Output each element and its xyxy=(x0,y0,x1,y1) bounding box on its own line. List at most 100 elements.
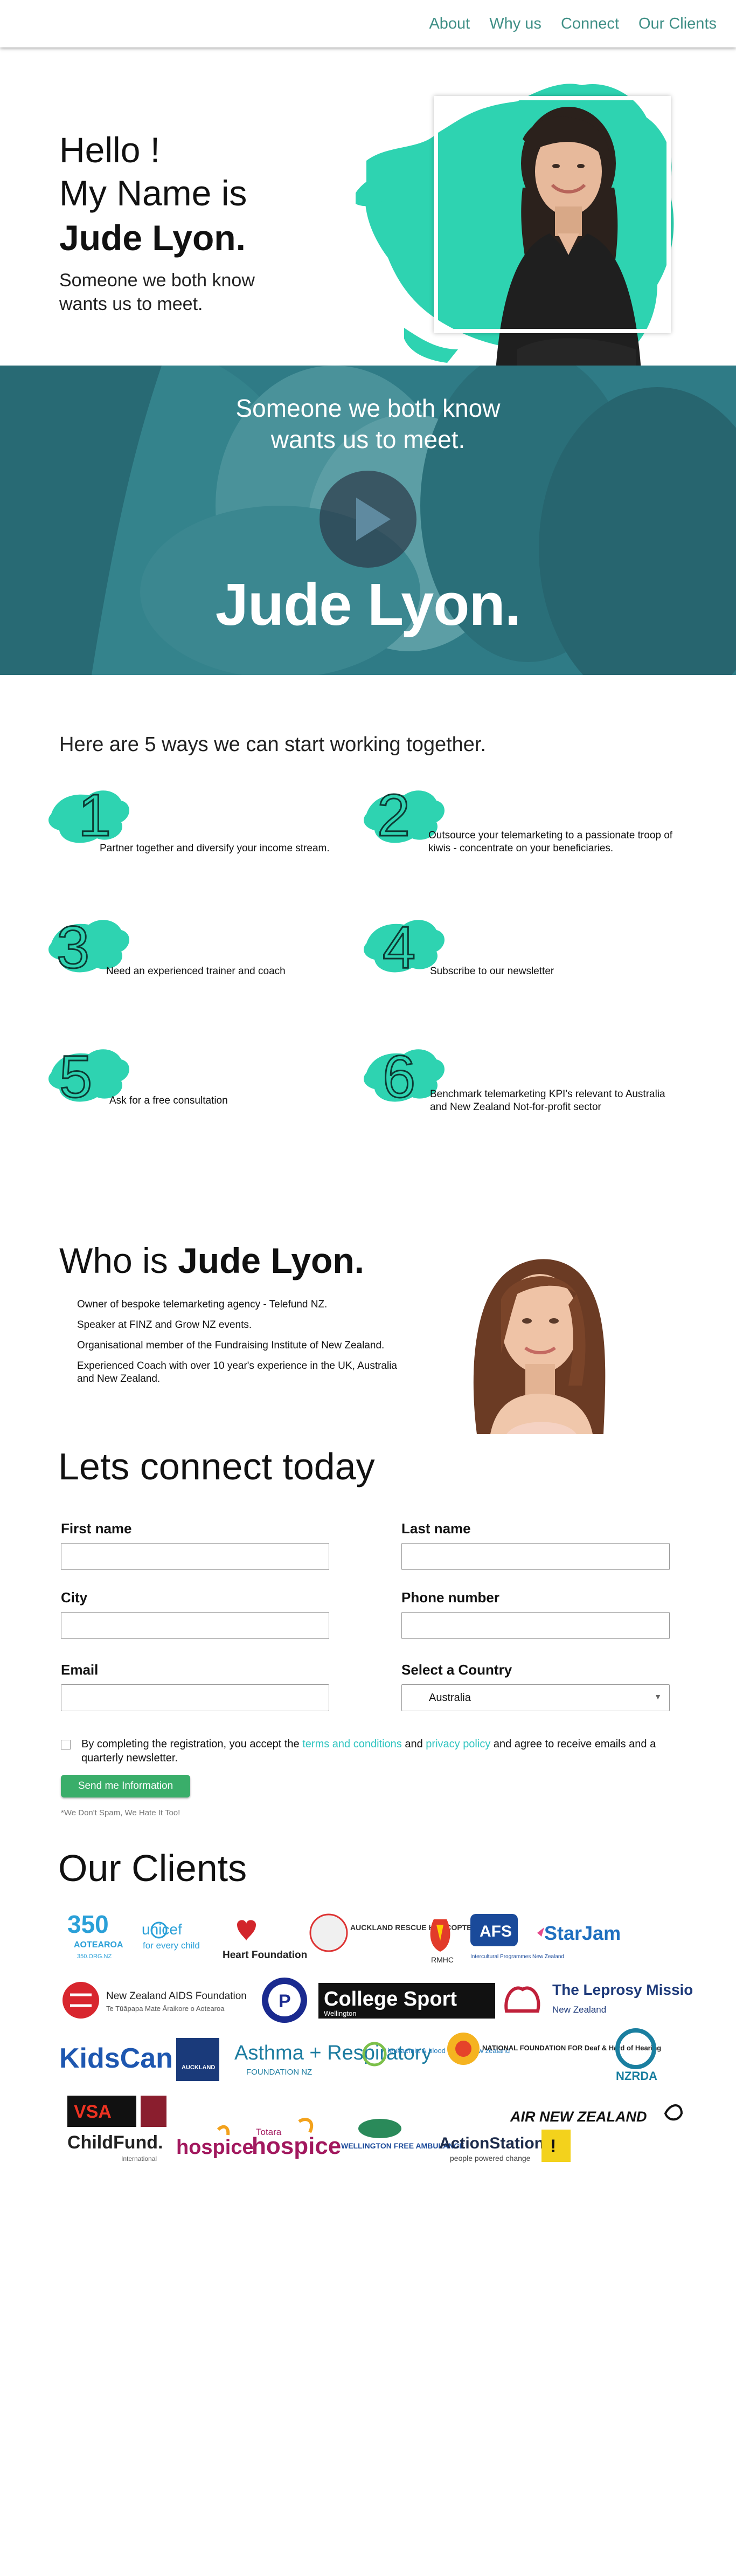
way-item-3[interactable]: 3 Need an experienced trainer and coach xyxy=(46,906,369,992)
logo-heart-foundation: Heart Foundation xyxy=(223,1920,307,1961)
logo-childfund: ChildFund. International xyxy=(67,2132,163,2162)
logo-unicef: unicef for every child xyxy=(142,1921,200,1951)
connect-title: Lets connect today xyxy=(58,1445,375,1487)
svg-text:Heart Foundation: Heart Foundation xyxy=(223,1950,307,1961)
hero-intro: My Name is xyxy=(59,173,247,213)
svg-text:AIR NEW ZEALAND: AIR NEW ZEALAND xyxy=(510,2109,647,2125)
nav-our-clients[interactable]: Our Clients xyxy=(638,15,717,33)
nav-links: About Why us Connect Our Clients xyxy=(429,15,717,33)
way-number-3: 3 xyxy=(57,914,89,981)
video-subtitle-line2: wants us to meet. xyxy=(270,425,466,453)
terms-link[interactable]: terms and conditions xyxy=(302,1738,402,1750)
consent-checkbox[interactable] xyxy=(61,1740,71,1750)
svg-text:VSA: VSA xyxy=(74,2102,112,2122)
who-title: Who is Jude Lyon. xyxy=(59,1240,364,1281)
logo-350: 350 AOTEAROA 350.ORG.NZ xyxy=(67,1910,123,1960)
hero-name: Jude Lyon. xyxy=(59,218,246,258)
who-list-item: Owner of bespoke telemarketing agency - … xyxy=(77,1299,328,1310)
svg-text:for every child: for every child xyxy=(143,1940,200,1951)
video-subtitle: Someone we both know wants us to meet. xyxy=(0,392,736,455)
who-portrait-photo xyxy=(426,1235,636,1434)
way-item-1[interactable]: 1 Partner together and diversify your in… xyxy=(46,776,369,863)
first-name-label: First name xyxy=(61,1520,132,1537)
last-name-input[interactable] xyxy=(401,1543,670,1570)
send-info-button[interactable]: Send me Information xyxy=(61,1775,190,1797)
ways-title: Here are 5 ways we can start working tog… xyxy=(59,733,487,756)
way-number-1: 1 xyxy=(78,782,111,849)
who-list: Owner of bespoke telemarketing agency - … xyxy=(77,1298,433,1393)
svg-text:New Zealand AIDS Foundation: New Zealand AIDS Foundation xyxy=(106,1990,247,2002)
svg-text:International: International xyxy=(121,2155,157,2162)
way-label-2: Outsource your telemarketing to a passio… xyxy=(428,830,673,854)
nav-why-us[interactable]: Why us xyxy=(489,15,541,33)
svg-text:College Sport: College Sport xyxy=(324,1988,457,2010)
way-item-5[interactable]: 5 Ask for a free consultation xyxy=(46,1035,369,1121)
svg-text:RMHC: RMHC xyxy=(431,1955,454,1964)
svg-text:ChildFund.: ChildFund. xyxy=(67,2132,163,2153)
way-number-6: 6 xyxy=(383,1044,415,1110)
play-button[interactable] xyxy=(320,471,416,568)
consent-and: and xyxy=(405,1738,423,1750)
who-title-prefix: Who is xyxy=(59,1241,168,1280)
top-nav: About Why us Connect Our Clients xyxy=(0,0,736,47)
logo-starjam: StarJam xyxy=(537,1922,621,1944)
country-select[interactable]: Australia ▼ xyxy=(401,1684,670,1711)
country-select-value: Australia xyxy=(429,1692,471,1704)
client-logos-grid: 350 AOTEAROA 350.ORG.NZ unicef for every… xyxy=(59,1910,692,2162)
logo-college-sport: College Sport Wellington xyxy=(318,1983,495,2019)
email-label: Email xyxy=(61,1662,99,1678)
first-name-input[interactable] xyxy=(61,1543,329,1570)
city-input[interactable] xyxy=(61,1612,329,1639)
consent-before: By completing the registration, you acce… xyxy=(81,1738,300,1750)
way-item-2[interactable]: 2 Outsource your telemarketing to a pass… xyxy=(361,776,684,863)
logo-leprosy-mission: The Leprosy Mission New Zealand xyxy=(504,1981,692,2015)
logo-air-new-zealand: AIR NEW ZEALAND xyxy=(510,2104,683,2125)
svg-text:Wellington: Wellington xyxy=(324,2009,356,2017)
nav-about[interactable]: About xyxy=(429,15,470,33)
hero-photo-frame xyxy=(434,96,671,333)
svg-text:NZRDA: NZRDA xyxy=(616,2069,657,2083)
logo-vsa: VSA xyxy=(67,2096,166,2127)
no-spam-note: *We Don't Spam, We Hate It Too! xyxy=(61,1808,180,1817)
phone-label: Phone number xyxy=(401,1589,500,1606)
phone-input[interactable] xyxy=(401,1612,670,1639)
svg-text:350.ORG.NZ: 350.ORG.NZ xyxy=(77,1953,112,1960)
logo-kidscan: KidsCan xyxy=(59,2043,173,2074)
svg-text:New Zealand: New Zealand xyxy=(552,2005,606,2015)
svg-text:hospice: hospice xyxy=(176,2136,254,2159)
privacy-link[interactable]: privacy policy xyxy=(426,1738,490,1750)
svg-text:StarJam: StarJam xyxy=(544,1922,621,1944)
way-number-4: 4 xyxy=(383,914,415,981)
svg-text:350: 350 xyxy=(67,1910,109,1938)
who-list-item: Organisational member of the Fundraising… xyxy=(77,1340,385,1351)
last-name-label: Last name xyxy=(401,1520,471,1537)
country-label: Select a Country xyxy=(401,1662,512,1678)
nav-connect[interactable]: Connect xyxy=(561,15,619,33)
hero-hello: Hello ! xyxy=(59,130,161,170)
logo-nzrda: NZRDA xyxy=(615,2028,657,2083)
video-section: Someone we both know wants us to meet. J… xyxy=(0,366,736,675)
way-number-5-badge: 5 xyxy=(48,1043,129,1111)
way-label-6: Benchmark telemarketing KPI's relevant t… xyxy=(430,1089,665,1113)
play-icon xyxy=(356,498,391,541)
way-number-5: 5 xyxy=(59,1044,92,1110)
way-label-1: Partner together and diversify your inco… xyxy=(100,843,330,854)
city-label: City xyxy=(61,1589,88,1606)
way-label-3: Need an experienced trainer and coach xyxy=(106,966,286,977)
svg-text:FOUNDATION NZ: FOUNDATION NZ xyxy=(246,2068,312,2077)
logo-nz-aids-foundation: New Zealand AIDS Foundation Te Tūāpapa M… xyxy=(63,1982,247,2019)
svg-text:Intercultural Programmes New Z: Intercultural Programmes New Zealand xyxy=(470,1954,564,1960)
way-item-4[interactable]: 4 Subscribe to our newsletter xyxy=(361,906,684,992)
logo-deaf-hard-of-hearing: NATIONAL FOUNDATION FOR Deaf & Hard of H… xyxy=(447,2033,661,2065)
chevron-down-icon: ▼ xyxy=(654,1692,662,1701)
logo-pakuranga: P xyxy=(262,1978,307,2023)
way-number-4-badge: 4 xyxy=(364,914,445,982)
way-item-6[interactable]: 6 Benchmark telemarketing KPI's relevant… xyxy=(361,1035,684,1121)
hero-subtitle: Someone we both know wants us to meet. xyxy=(59,270,255,314)
way-label-4: Subscribe to our newsletter xyxy=(430,966,554,977)
svg-text:Te Tūāpapa Mate Āraikore o Aot: Te Tūāpapa Mate Āraikore o Aotearoa xyxy=(106,2005,225,2013)
svg-text:!: ! xyxy=(550,2136,556,2157)
svg-text:AUCKLAND: AUCKLAND xyxy=(182,2064,215,2071)
svg-text:AOTEAROA: AOTEAROA xyxy=(74,1940,123,1950)
email-input[interactable] xyxy=(61,1684,329,1711)
